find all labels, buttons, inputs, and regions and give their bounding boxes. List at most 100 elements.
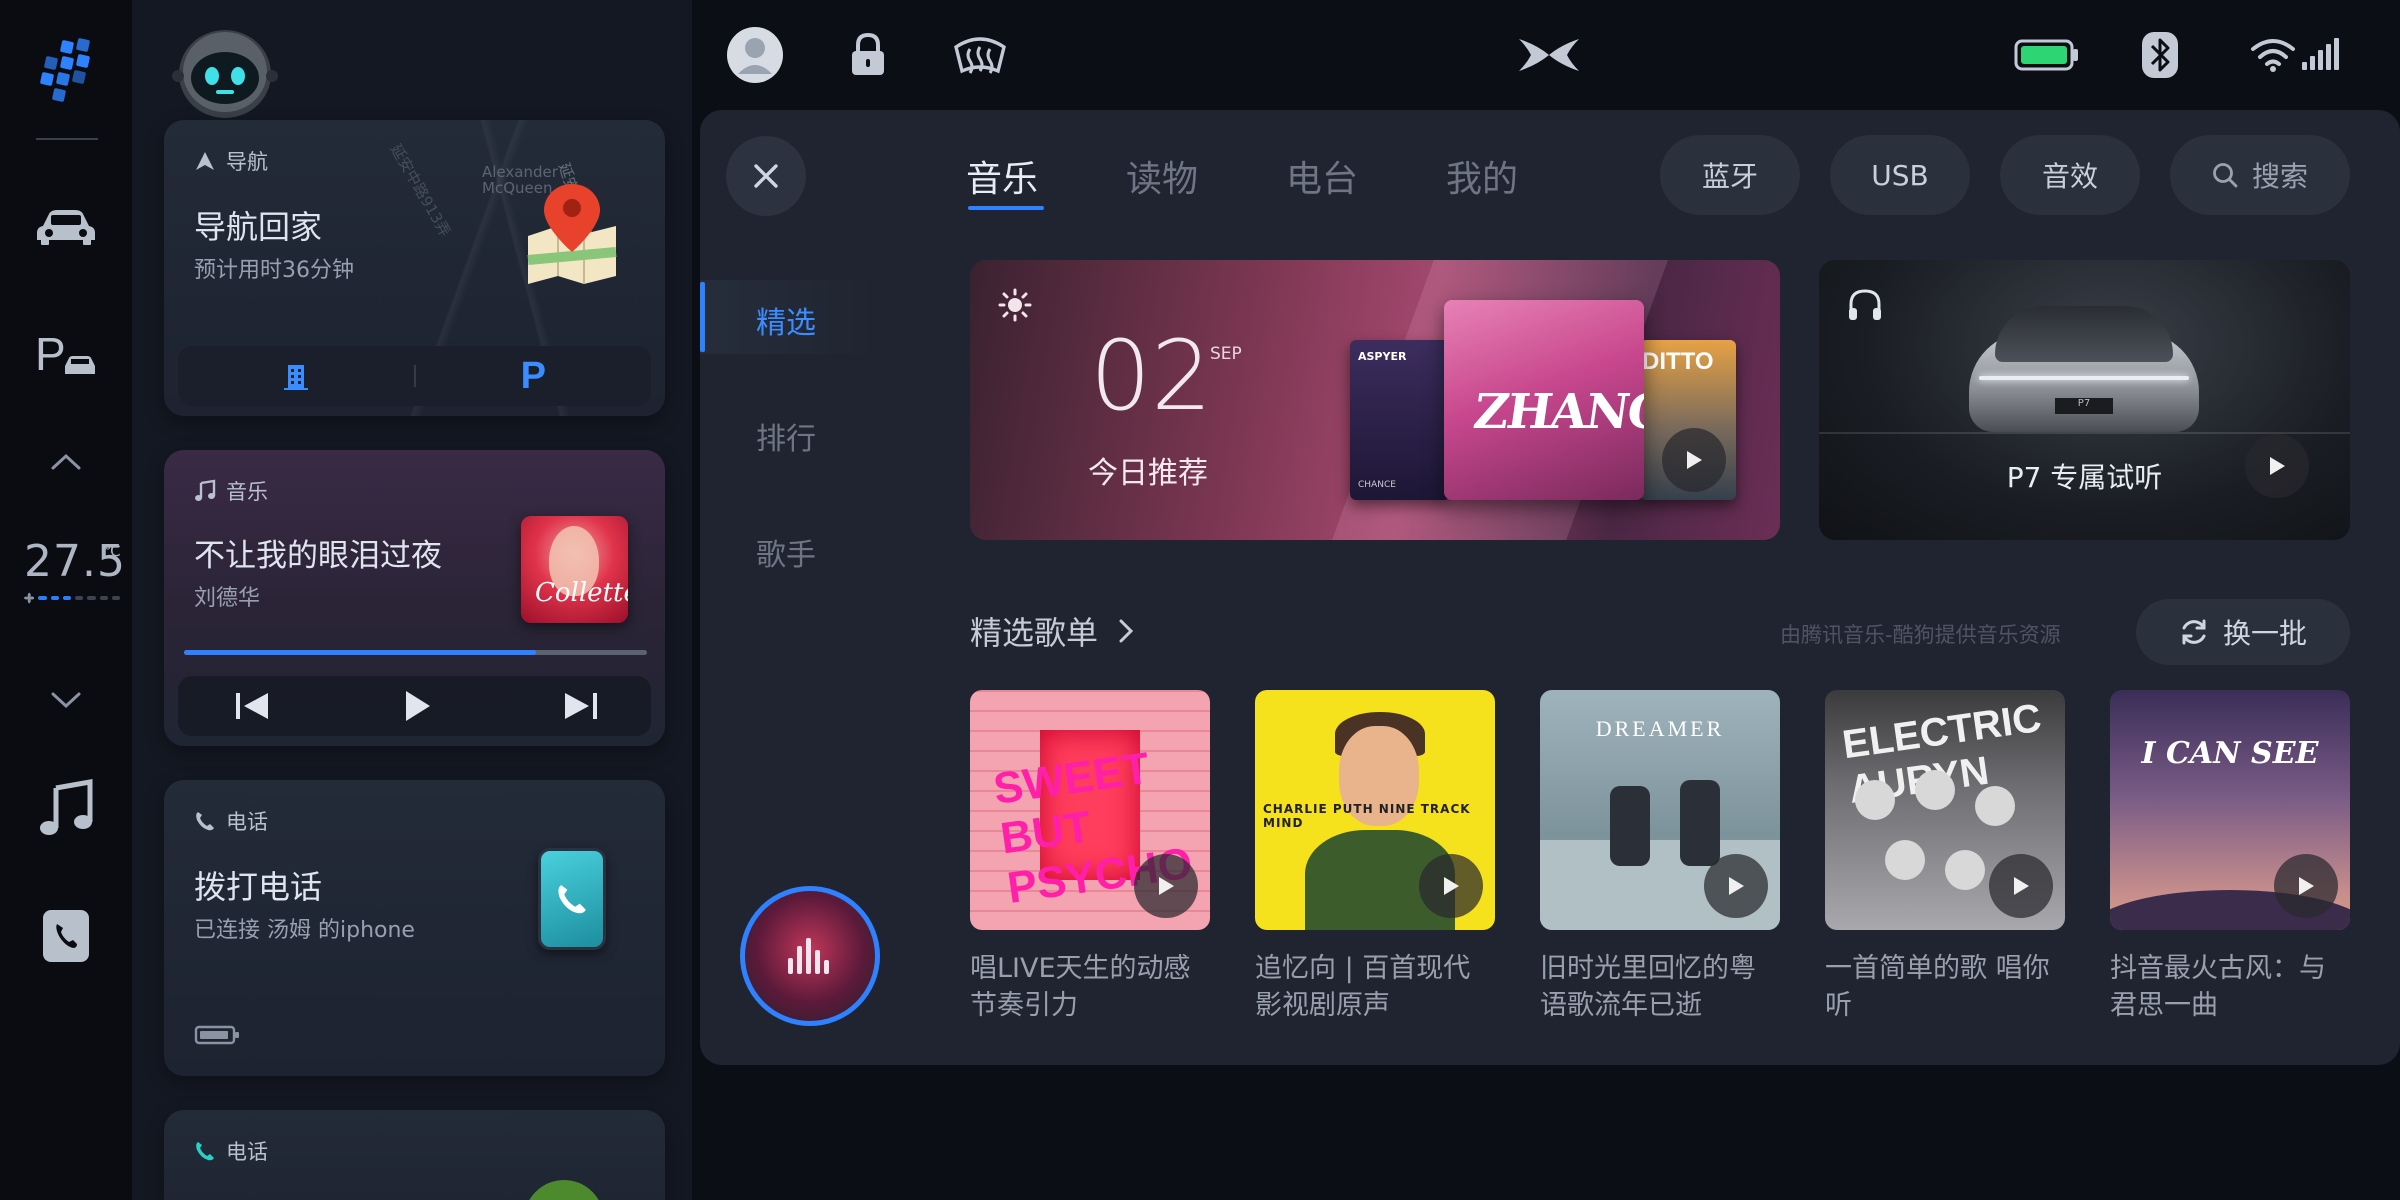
tab-music[interactable]: 音乐	[966, 150, 1038, 202]
playlist-card[interactable]: DREAMER 旧时光里回忆的粤语歌流年已逝	[1540, 690, 1780, 1024]
navigation-card[interactable]: 延安中路913弄 延安中路913弄 Alexander McQueen 导航 导…	[164, 120, 665, 416]
cover-figure	[1855, 780, 1895, 820]
subnav-featured[interactable]: 精选	[756, 298, 816, 342]
subnav-rankings[interactable]: 排行	[756, 414, 816, 458]
bluetooth-source-button[interactable]: 蓝牙	[1660, 135, 1800, 215]
parking-icon[interactable]: P	[26, 314, 106, 394]
bluetooth-icon[interactable]	[2140, 22, 2180, 88]
lock-icon[interactable]	[848, 22, 888, 88]
recommendation-title: 今日推荐	[1088, 456, 1208, 491]
phone-card-secondary[interactable]: 电话	[164, 1110, 665, 1200]
app-grid-icon[interactable]	[26, 30, 106, 110]
recommendation-month: SEP	[1210, 344, 1242, 364]
current-album-art[interactable]: Collette	[521, 516, 628, 623]
music-card-label: 音乐	[226, 480, 268, 504]
featured-playlists-header[interactable]: 精选歌单	[970, 608, 1134, 654]
playlist-caption: 一首简单的歌 唱你听	[1825, 953, 2050, 1021]
p7-play-button[interactable]	[2245, 434, 2309, 498]
phone-title: 拨打电话	[194, 868, 323, 906]
music-note-icon[interactable]	[26, 768, 106, 848]
close-button[interactable]	[726, 136, 806, 216]
usb-source-button[interactable]: USB	[1830, 135, 1970, 215]
cover-3-text: DITTO	[1642, 348, 1714, 375]
subnav-artists[interactable]: 歌手	[756, 530, 816, 574]
user-avatar-icon[interactable]	[725, 22, 785, 88]
phone-connection-status: 已连接 汤姆 的iphone	[194, 918, 415, 943]
chevron-up-icon[interactable]	[26, 422, 106, 502]
search-icon	[2213, 163, 2238, 188]
playlist-cover[interactable]: SWEET BUT PSYCHO	[970, 690, 1210, 930]
sound-effects-button[interactable]: 音效	[2000, 135, 2140, 215]
temperature-display[interactable]: 27.5 ℃	[24, 536, 125, 605]
cover-figure	[1915, 770, 1955, 810]
playlist-card[interactable]: SWEET BUT PSYCHO 唱LIVE天生的动感节奏引力	[970, 690, 1210, 1024]
now-playing-disc[interactable]	[740, 886, 880, 1026]
playlist-play-button[interactable]	[1134, 854, 1198, 918]
p7-exclusive-banner[interactable]: P7 P7 专属试听	[1819, 260, 2350, 540]
defrost-icon[interactable]	[950, 22, 1010, 88]
brand-logo-icon	[1516, 22, 1582, 88]
phone-icon[interactable]	[26, 896, 106, 976]
search-button[interactable]: 搜索	[2170, 135, 2350, 215]
playlist-card[interactable]: CHARLIE PUTH NINE TRACK MIND 追忆向 | 百首现代影…	[1255, 690, 1495, 1024]
chevron-down-icon[interactable]	[26, 660, 106, 740]
play-icon	[2299, 877, 2314, 895]
recommendation-day: 02	[1090, 320, 1213, 432]
rail-divider	[36, 138, 98, 140]
play-icon[interactable]	[402, 689, 432, 723]
cover-1-text: ASPYER	[1358, 350, 1407, 363]
dial-button[interactable]	[538, 848, 606, 950]
navigation-arrow-icon	[196, 152, 214, 170]
playlist-play-button[interactable]	[1989, 854, 2053, 918]
playlist-cover[interactable]: ELECTRIC AURYN	[1825, 690, 2065, 930]
phone-handset-icon	[196, 812, 214, 831]
album-art-text: Collette	[535, 578, 628, 608]
playlist-cover[interactable]: I CAN SEE	[2110, 690, 2350, 930]
car-headlight	[1979, 376, 2189, 380]
cover-figure	[1975, 786, 2015, 826]
playlist-play-button[interactable]	[1704, 854, 1768, 918]
playlist-play-button[interactable]	[1419, 854, 1483, 918]
wifi-icon	[2248, 22, 2298, 88]
play-icon	[1159, 877, 1174, 895]
refresh-button[interactable]: 换一批	[2136, 599, 2350, 665]
playlist-cover[interactable]: CHARLIE PUTH NINE TRACK MIND	[1255, 690, 1495, 930]
playback-progress-bar[interactable]	[184, 650, 647, 655]
nav-company-button[interactable]	[178, 346, 414, 406]
playlist-card[interactable]: I CAN SEE 抖音最火古风：与君思一曲	[2110, 690, 2350, 1024]
phone-card-secondary-label: 电话	[226, 1140, 268, 1164]
playlist-caption: 追忆向 | 百首现代影视剧原声	[1255, 953, 1471, 1021]
daily-play-button[interactable]	[1662, 428, 1726, 492]
playlist-cover[interactable]: DREAMER	[1540, 690, 1780, 930]
next-track-icon[interactable]	[563, 691, 599, 721]
previous-track-icon[interactable]	[234, 691, 270, 721]
phone-card-secondary-header: 电话	[194, 1136, 268, 1166]
playlist-play-button[interactable]	[2274, 854, 2338, 918]
navigation-card-header: 导航	[194, 146, 268, 176]
cover-text: CHARLIE PUTH NINE TRACK MIND	[1263, 802, 1471, 830]
daily-recommendation-banner[interactable]: 02 SEP 今日推荐 ASPYER CHANCE DITTO ZHANG	[970, 260, 1780, 540]
phone-card-label: 电话	[226, 810, 268, 834]
building-icon	[283, 365, 308, 390]
playback-progress-fill	[184, 650, 536, 655]
search-label: 搜索	[2251, 160, 2308, 193]
car-plate: P7	[2055, 398, 2113, 414]
cover-figure	[1610, 786, 1650, 866]
assistant-avatar[interactable]	[172, 16, 278, 120]
tab-mine[interactable]: 我的	[1446, 150, 1518, 202]
tab-radio[interactable]: 电台	[1286, 150, 1358, 202]
sun-icon	[998, 288, 1032, 322]
navigation-card-label: 导航	[226, 150, 268, 174]
nav-parking-button[interactable]: P	[416, 346, 652, 406]
fan-seg	[50, 596, 59, 600]
phone-card[interactable]: 电话 拨打电话 已连接 汤姆 的iphone	[164, 780, 665, 1076]
fan-seg	[99, 596, 108, 600]
car-icon[interactable]	[26, 186, 106, 266]
playlist-card[interactable]: ELECTRIC AURYN 一首简单的歌 唱你听	[1825, 690, 2065, 1024]
left-rail: P 27.5 ℃	[0, 0, 132, 1200]
tab-reading[interactable]: 读物	[1126, 150, 1198, 202]
phone-handset-icon	[558, 885, 586, 914]
fan-seg	[87, 596, 96, 600]
cellular-signal-icon	[2300, 22, 2340, 88]
music-card[interactable]: 音乐 不让我的眼泪过夜 刘德华 Collette	[164, 450, 665, 746]
